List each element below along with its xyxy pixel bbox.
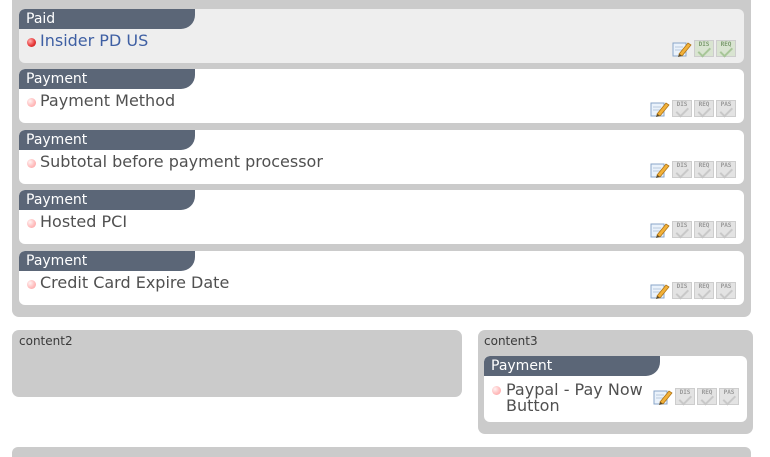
pass-toggle-icon[interactable]: PAS [716,282,736,300]
disable-toggle-icon[interactable]: DIS [672,282,692,300]
card-title[interactable]: Credit Card Expire Date [40,273,229,293]
edit-pencil-icon[interactable] [650,221,670,238]
required-toggle-icon[interactable]: REQ [697,388,717,406]
card-actions: DIS REQ PAS [650,282,736,300]
field-card-paid[interactable]: Paid Insider PD US DIS REQ [19,9,744,63]
card-tab-label: Payment [19,190,195,210]
content2-label: content2 [19,334,73,348]
disable-toggle-icon[interactable]: DIS [672,161,692,179]
edit-pencil-icon[interactable] [672,40,692,57]
disable-toggle-icon[interactable]: DIS [694,40,714,58]
field-card-credit-card-expire[interactable]: Payment Credit Card Expire Date DIS REQ … [19,251,744,305]
edit-pencil-icon[interactable] [650,161,670,178]
content2-panel[interactable] [12,330,462,397]
edit-pencil-icon[interactable] [650,100,670,117]
disable-toggle-icon[interactable]: DIS [672,221,692,239]
card-tab-label: Payment [19,251,195,271]
content3-label: content3 [484,334,538,348]
card-actions: DIS REQ [672,40,736,58]
required-toggle-icon[interactable]: REQ [694,282,714,300]
status-dot-icon [27,159,36,168]
edit-pencil-icon[interactable] [653,388,673,405]
pass-toggle-icon[interactable]: PAS [716,161,736,179]
card-title[interactable]: Subtotal before payment processor [40,152,323,172]
card-tab-label: Paid [19,9,195,29]
status-dot-icon [27,219,36,228]
edit-pencil-icon[interactable] [650,282,670,299]
required-toggle-icon[interactable]: REQ [694,221,714,239]
required-toggle-icon[interactable]: REQ [694,100,714,118]
field-card-payment-method[interactable]: Payment Payment Method DIS REQ PAS [19,69,744,123]
card-actions: DIS REQ PAS [653,388,739,406]
required-toggle-icon[interactable]: REQ [694,161,714,179]
field-card-hosted-pci[interactable]: Payment Hosted PCI DIS REQ PAS [19,190,744,244]
card-actions: DIS REQ PAS [650,221,736,239]
pass-toggle-icon[interactable]: PAS [716,221,736,239]
card-actions: DIS REQ PAS [650,161,736,179]
card-title[interactable]: Paypal - Pay Now Button [506,382,656,414]
field-card-paypal[interactable]: Payment Paypal - Pay Now Button DIS REQ … [484,356,747,422]
disable-toggle-icon[interactable]: DIS [672,100,692,118]
card-tab-label: Payment [19,69,195,89]
card-title[interactable]: Payment Method [40,91,175,111]
next-panel-edge [12,447,751,457]
status-dot-icon [492,386,501,395]
card-tab-label: Payment [19,130,195,150]
card-tab-label: Payment [484,356,660,376]
field-card-subtotal[interactable]: Payment Subtotal before payment processo… [19,130,744,184]
disable-toggle-icon[interactable]: DIS [675,388,695,406]
required-toggle-icon[interactable]: REQ [716,40,736,58]
card-title[interactable]: Hosted PCI [40,212,127,232]
status-dot-icon [27,38,36,47]
status-dot-icon [27,280,36,289]
card-title-link[interactable]: Insider PD US [40,31,148,51]
status-dot-icon [27,98,36,107]
pass-toggle-icon[interactable]: PAS [719,388,739,406]
card-actions: DIS REQ PAS [650,100,736,118]
pass-toggle-icon[interactable]: PAS [716,100,736,118]
